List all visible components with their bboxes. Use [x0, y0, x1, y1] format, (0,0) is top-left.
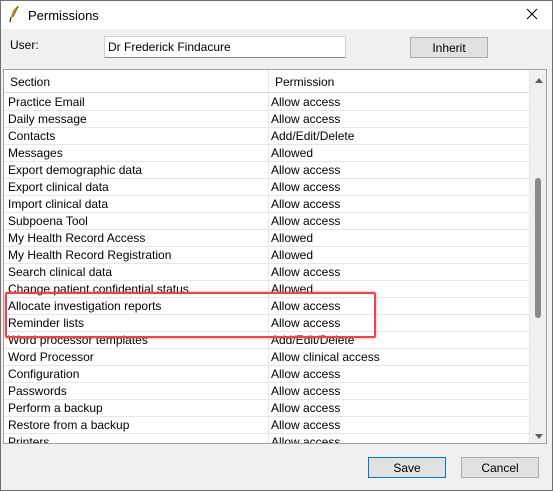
table-row[interactable]: Word processor templates Add/Edit/Delete — [4, 332, 531, 349]
permission-cell[interactable]: Allowed — [269, 281, 531, 297]
permission-cell[interactable]: Allow access — [269, 213, 531, 229]
scroll-up-button[interactable] — [530, 70, 546, 87]
section-cell: Passwords — [4, 383, 269, 399]
permission-cell[interactable]: Allow access — [269, 264, 531, 280]
permission-cell[interactable]: Allow access — [269, 315, 531, 331]
table-row[interactable]: Configuration Allow access — [4, 366, 531, 383]
section-cell: Contacts — [4, 128, 269, 144]
grid-header: Section Permission — [4, 70, 531, 93]
permission-cell[interactable]: Allow access — [269, 400, 531, 416]
close-icon — [526, 8, 538, 23]
chevron-up-icon — [534, 72, 543, 86]
table-row[interactable]: Practice Email Allow access — [4, 94, 531, 111]
permission-cell[interactable]: Allowed — [269, 230, 531, 246]
permission-cell[interactable]: Allow access — [269, 94, 531, 110]
table-row[interactable]: Change patient confidential status Allowe… — [4, 281, 531, 298]
save-button[interactable]: Save — [368, 457, 446, 478]
section-cell: Change patient confidential status — [4, 281, 269, 297]
table-row[interactable]: My Health Record Registration Allowed — [4, 247, 531, 264]
permission-cell[interactable]: Add/Edit/Delete — [269, 128, 531, 144]
table-row[interactable]: Messages Allowed — [4, 145, 531, 162]
section-cell: Practice Email — [4, 94, 269, 110]
table-row[interactable]: Contacts Add/Edit/Delete — [4, 128, 531, 145]
title-bar: Permissions — [1, 1, 552, 29]
section-cell: Search clinical data — [4, 264, 269, 280]
user-label: User: — [10, 38, 39, 52]
scroll-down-button[interactable] — [530, 426, 546, 443]
permission-cell[interactable]: Add/Edit/Delete — [269, 332, 531, 348]
scrollbar-thumb[interactable] — [535, 178, 541, 318]
inherit-button[interactable]: Inherit — [410, 37, 488, 58]
permissions-dialog: Permissions User: Dr Frederick Findacure… — [0, 0, 553, 491]
table-row[interactable]: Printers Allow access — [4, 434, 531, 443]
table-row[interactable]: Daily message Allow access — [4, 111, 531, 128]
section-cell: Reminder lists — [4, 315, 269, 331]
section-cell: Word processor templates — [4, 332, 269, 348]
vertical-scrollbar[interactable] — [529, 70, 546, 443]
permission-cell[interactable]: Allow access — [269, 162, 531, 178]
permission-cell[interactable]: Allow clinical access — [269, 349, 531, 365]
section-cell: Configuration — [4, 366, 269, 382]
user-field[interactable]: Dr Frederick Findacure — [104, 36, 346, 58]
permissions-grid: Section Permission Practice Email Allow a… — [3, 69, 547, 444]
permission-cell[interactable]: Allow access — [269, 179, 531, 195]
table-row[interactable]: Subpoena Tool Allow access — [4, 213, 531, 230]
table-row[interactable]: Word Processor Allow clinical access — [4, 349, 531, 366]
column-header-permission[interactable]: Permission — [269, 70, 531, 93]
cancel-button[interactable]: Cancel — [461, 457, 539, 478]
section-cell: Export demographic data — [4, 162, 269, 178]
section-cell: My Health Record Access — [4, 230, 269, 246]
table-row[interactable]: Import clinical data Allow access — [4, 196, 531, 213]
permission-cell[interactable]: Allowed — [269, 247, 531, 263]
permission-cell[interactable]: Allow access — [269, 383, 531, 399]
table-row[interactable]: Passwords Allow access — [4, 383, 531, 400]
table-row[interactable]: My Health Record Access Allowed — [4, 230, 531, 247]
table-row[interactable]: Export clinical data Allow access — [4, 179, 531, 196]
permission-cell[interactable]: Allowed — [269, 145, 531, 161]
section-cell: Printers — [4, 434, 269, 443]
table-row[interactable]: Export demographic data Allow access — [4, 162, 531, 179]
permission-cell[interactable]: Allow access — [269, 417, 531, 433]
permission-cell[interactable]: Allow access — [269, 111, 531, 127]
table-row[interactable]: Search clinical data Allow access — [4, 264, 531, 281]
section-cell: Daily message — [4, 111, 269, 127]
section-cell: Allocate investigation reports — [4, 298, 269, 314]
section-cell: Restore from a backup — [4, 417, 269, 433]
grid-rows: Practice Email Allow access Daily message A… — [4, 94, 531, 443]
column-header-section[interactable]: Section — [4, 70, 269, 93]
section-cell: Perform a backup — [4, 400, 269, 416]
chevron-down-icon — [534, 428, 543, 442]
permission-cell[interactable]: Allow access — [269, 196, 531, 212]
section-cell: Subpoena Tool — [4, 213, 269, 229]
section-cell: Import clinical data — [4, 196, 269, 212]
window-title: Permissions — [28, 8, 99, 23]
close-button[interactable] — [512, 1, 552, 29]
section-cell: My Health Record Registration — [4, 247, 269, 263]
permission-cell[interactable]: Allow access — [269, 298, 531, 314]
permission-cell[interactable]: Allow access — [269, 366, 531, 382]
table-row[interactable]: Reminder lists Allow access — [4, 315, 531, 332]
table-row[interactable]: Perform a backup Allow access — [4, 400, 531, 417]
permission-cell[interactable]: Allow access — [269, 434, 531, 443]
section-cell: Messages — [4, 145, 269, 161]
table-row[interactable]: Allocate investigation reports Allow acce… — [4, 298, 531, 315]
feather-pen-icon — [8, 5, 22, 23]
table-row[interactable]: Restore from a backup Allow access — [4, 417, 531, 434]
section-cell: Export clinical data — [4, 179, 269, 195]
section-cell: Word Processor — [4, 349, 269, 365]
